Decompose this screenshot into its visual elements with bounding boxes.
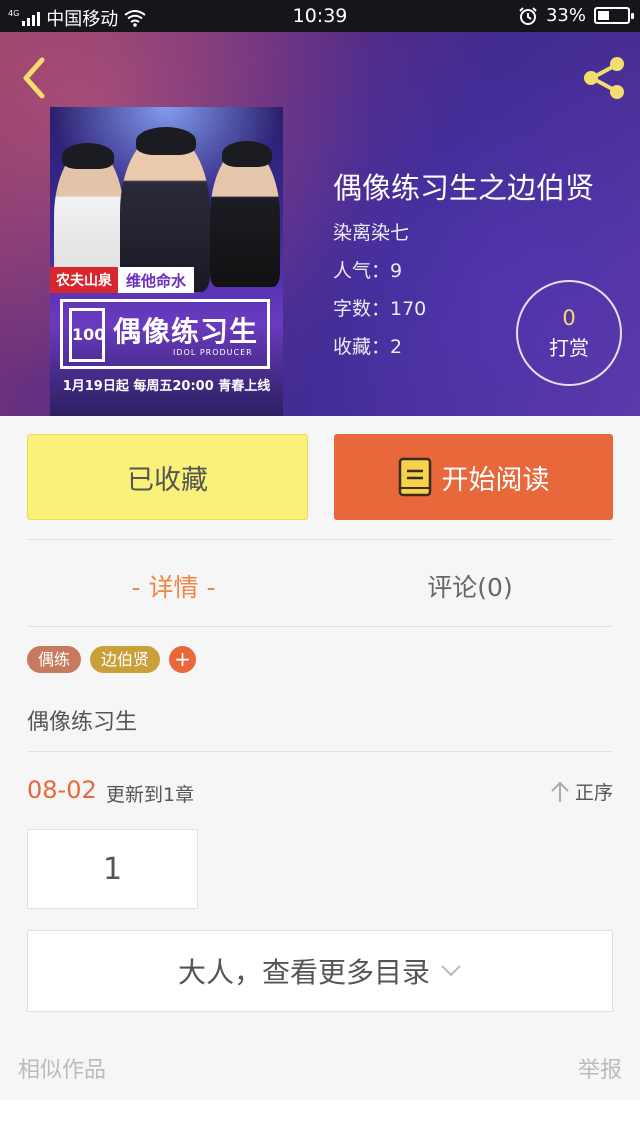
book-title: 偶像练习生之边伯贤 [333,171,595,205]
chapter-number: 1 [102,851,123,887]
more-catalog-button[interactable]: 大人，查看更多目录 [27,930,613,1012]
sort-order-toggle[interactable]: 正序 [549,778,613,805]
tab-detail[interactable]: - 详情 - [0,568,347,604]
divider [27,751,613,752]
tag-chip[interactable]: 偶练 [27,646,82,673]
cover-hair-left [62,143,114,169]
tip-count: 0 [562,306,576,330]
battery-level [598,11,609,20]
up-arrow-icon [551,781,569,802]
book-cover[interactable]: 农夫山泉 维他命水 100 偶像练习生 IDOL PRODUCER 1月19日起… [50,107,283,416]
book-icon [398,457,431,497]
sort-label: 正序 [574,782,613,804]
favorited-label: 已收藏 [127,464,208,496]
back-arrow-icon[interactable] [18,56,48,100]
battery-icon [594,7,634,24]
share-icon[interactable] [580,54,628,102]
tip-button[interactable]: 0 打赏 [516,280,622,386]
cover-hair-right [222,141,272,167]
book-description: 偶像练习生 [27,710,138,735]
cover-show-logo: 100 偶像练习生 IDOL PRODUCER [60,299,270,369]
cover-logo-title: 偶像练习生 [113,315,259,348]
divider [27,626,613,627]
favorited-button[interactable]: 已收藏 [27,434,308,520]
book-header: 农夫山泉 维他命水 100 偶像练习生 IDOL PRODUCER 1月19日起… [0,32,640,416]
start-reading-label: 开始阅读 [441,464,550,496]
tag-chip[interactable]: 边伯贤 [90,646,161,673]
book-popularity: 人气：9 [333,260,403,282]
cover-hair-center [136,127,196,155]
tab-comments[interactable]: 评论(0) [300,568,640,604]
divider [27,539,613,540]
update-text: 更新到1章 [106,784,195,806]
alarm-icon [519,6,537,25]
cover-logo-subtitle: IDOL PRODUCER [173,348,253,357]
book-author[interactable]: 染离染七 [333,218,409,245]
chapter-item[interactable]: 1 [27,829,198,909]
book-favorites: 收藏：2 [333,336,403,358]
update-date: 08-02 [27,776,97,804]
tip-label: 打赏 [549,336,589,360]
more-catalog-label: 大人，查看更多目录 [177,956,430,989]
status-right: 33% [518,5,634,26]
chevron-down-icon [441,965,461,977]
similar-works-heading: 相似作品 [18,1058,107,1083]
cover-sponsor: 农夫山泉 维他命水 [50,267,195,293]
cover-person-right [210,147,280,287]
cover-sponsor-brand: 农夫山泉 [50,267,118,293]
cover-logo-number: 100 [69,308,105,362]
add-tag-button[interactable]: + [169,646,197,673]
cover-air-info: 1月19日起 每周五20:00 青春上线 [62,379,271,394]
bottom-strip [0,1100,640,1138]
start-reading-button[interactable]: 开始阅读 [334,434,613,520]
status-bar: 4G 中国移动 10:39 33% [0,0,640,32]
cover-sponsor-slogan: 维他命水 [118,267,195,293]
report-link[interactable]: 举报 [578,1052,622,1084]
book-word-count: 字数：170 [333,298,427,320]
tag-list: 偶练 边伯贤 + [27,646,197,673]
battery-percent: 33% [545,5,586,26]
